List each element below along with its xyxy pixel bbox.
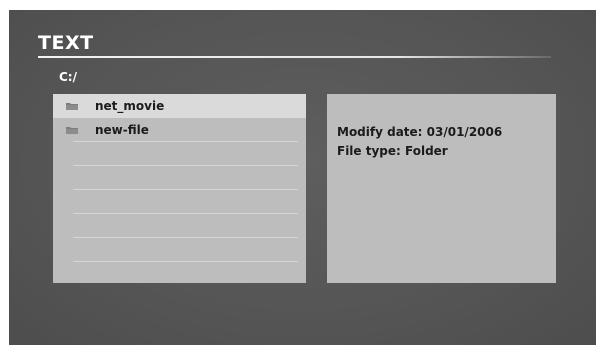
file-row-net-movie[interactable]: net_movie <box>53 94 306 118</box>
row-separator <box>73 261 298 262</box>
current-path: C:/ <box>59 70 77 84</box>
file-name: new-file <box>95 123 149 137</box>
page-title: TEXT <box>38 32 94 54</box>
tv-screen: TEXT C:/ net_movie new-file Modify date:… <box>9 10 596 345</box>
file-list: net_movie new-file <box>53 94 306 283</box>
file-type-text: File type: Folder <box>337 144 448 158</box>
title-divider <box>38 56 551 58</box>
modify-date-text: Modify date: 03/01/2006 <box>337 125 503 139</box>
file-row-new-file[interactable]: new-file <box>53 118 306 142</box>
empty-row <box>53 238 306 262</box>
empty-row <box>53 142 306 166</box>
empty-row <box>53 166 306 190</box>
empty-row <box>53 190 306 214</box>
file-info-panel: Modify date: 03/01/2006 File type: Folde… <box>327 94 556 283</box>
empty-row <box>53 214 306 238</box>
file-name: net_movie <box>95 99 165 113</box>
folder-icon <box>66 102 78 110</box>
folder-icon <box>66 126 78 134</box>
